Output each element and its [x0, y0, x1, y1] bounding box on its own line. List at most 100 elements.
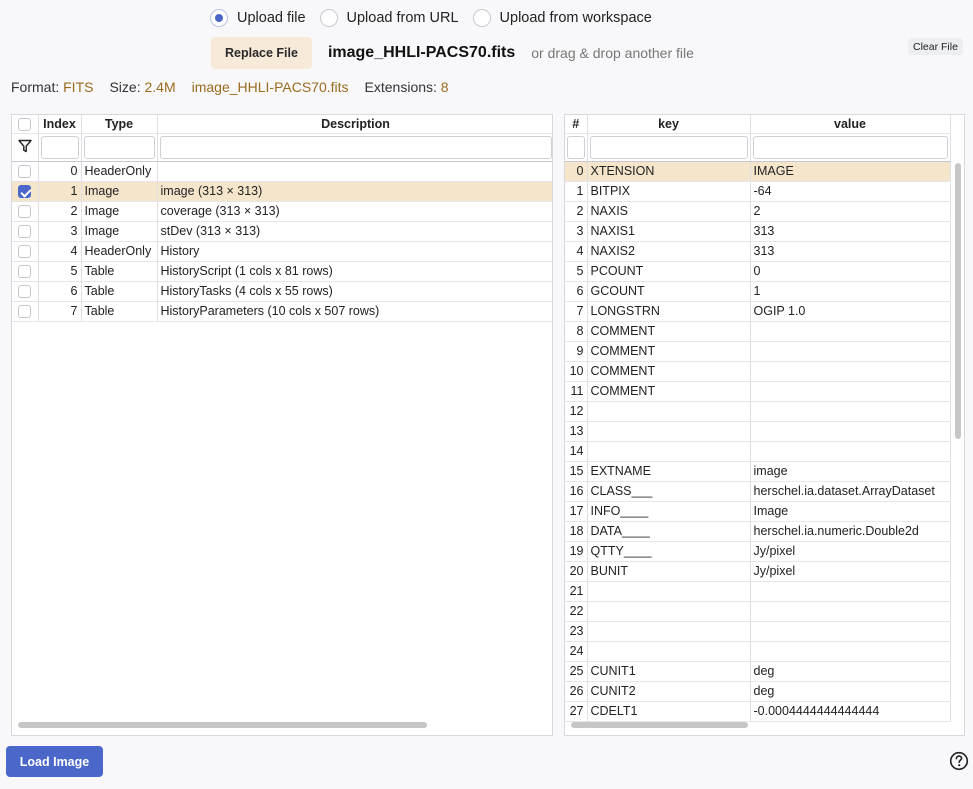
header-row[interactable]: 5 PCOUNT 0 [565, 261, 951, 282]
header-value [750, 641, 951, 662]
header-row[interactable]: 8 COMMENT [565, 321, 951, 342]
header-row[interactable]: 13 [565, 421, 951, 442]
header-row[interactable]: 16 CLASS___ herschel.ia.dataset.ArrayDatas… [565, 481, 951, 502]
question-circle-icon[interactable] [949, 751, 969, 771]
header-key: NAXIS1 [587, 221, 751, 242]
extension-row[interactable]: 5 Table HistoryScript (1 cols x 81 rows) [12, 261, 552, 282]
extension-row[interactable]: 0 HeaderOnly [12, 161, 552, 182]
upload-file-label: Upload file [237, 10, 306, 26]
header-row[interactable]: 22 [565, 601, 951, 622]
header-value [750, 401, 951, 422]
header-row-number: 12 [565, 401, 588, 422]
extensions-horizontal-scrollbar[interactable] [18, 722, 427, 728]
header-row[interactable]: 6 GCOUNT 1 [565, 281, 951, 302]
filter-icon[interactable] [18, 139, 32, 153]
header-row-number: 9 [565, 341, 588, 362]
row-select-cell[interactable] [12, 161, 39, 182]
column-header-index[interactable]: Index [38, 115, 82, 134]
extension-row[interactable]: 3 Image stDev (313 × 313) [12, 221, 552, 242]
extension-row[interactable]: 1 Image image (313 × 313) [12, 181, 552, 202]
header-key: COMMENT [587, 341, 751, 362]
column-header-value[interactable]: value [750, 115, 951, 134]
header-row[interactable]: 3 NAXIS1 313 [565, 221, 951, 242]
header-row[interactable]: 14 [565, 441, 951, 462]
filter-value-input[interactable] [752, 135, 948, 159]
extension-row[interactable]: 2 Image coverage (313 × 313) [12, 201, 552, 222]
header-row[interactable]: 24 [565, 641, 951, 662]
replace-file-button[interactable]: Replace File [211, 37, 312, 69]
extension-row[interactable]: 6 Table HistoryTasks (4 cols x 55 rows) [12, 281, 552, 302]
row-select-cell[interactable] [12, 281, 39, 302]
header-row[interactable]: 20 BUNIT Jy/pixel [565, 561, 951, 582]
row-select-cell[interactable] [12, 221, 39, 242]
row-select-cell[interactable] [12, 241, 39, 262]
header-row[interactable]: 2 NAXIS 2 [565, 201, 951, 222]
header-row[interactable]: 7 LONGSTRN OGIP 1.0 [565, 301, 951, 322]
header-value: Jy/pixel [750, 541, 951, 562]
row-checkbox[interactable] [18, 305, 32, 319]
row-select-cell[interactable] [12, 301, 39, 322]
header-row[interactable]: 12 [565, 401, 951, 422]
header-row[interactable]: 27 CDELT1 -0.0004444444444444 [565, 701, 951, 722]
filter-type-input[interactable] [83, 135, 155, 159]
select-all-checkbox[interactable] [18, 117, 32, 131]
header-row[interactable]: 10 COMMENT [565, 361, 951, 382]
header-row[interactable]: 4 NAXIS2 313 [565, 241, 951, 262]
header-row[interactable]: 18 DATA____ herschel.ia.numeric.Double2d [565, 521, 951, 542]
header-value: 313 [750, 241, 951, 262]
filter-description-input[interactable] [159, 135, 552, 159]
upload-url-radio[interactable] [319, 9, 338, 27]
filter-index-input[interactable] [40, 135, 79, 159]
header-row[interactable]: 1 BITPIX -64 [565, 181, 951, 202]
header-key: COMMENT [587, 361, 751, 382]
header-row[interactable]: 19 QTTY____ Jy/pixel [565, 541, 951, 562]
upload-url-option[interactable]: Upload from URL [319, 9, 459, 27]
row-checkbox[interactable] [18, 205, 32, 219]
file-row: Replace File image_HHLI-PACS70.fits or d… [211, 37, 694, 69]
filter-number-input[interactable] [567, 135, 585, 159]
column-header-type[interactable]: Type [81, 115, 158, 134]
upload-file-option[interactable]: Upload file [210, 9, 306, 27]
extension-description: image (313 × 313) [157, 181, 552, 202]
row-select-cell[interactable] [12, 201, 39, 222]
header-row[interactable]: 21 [565, 581, 951, 602]
row-checkbox[interactable] [18, 285, 32, 299]
header-value: OGIP 1.0 [750, 301, 951, 322]
column-header-description[interactable]: Description [157, 115, 552, 134]
column-header-key[interactable]: key [587, 115, 751, 134]
header-key [587, 621, 751, 642]
row-select-cell[interactable] [12, 181, 39, 202]
header-row[interactable]: 0 XTENSION IMAGE [565, 161, 951, 182]
upload-url-label: Upload from URL [346, 10, 459, 26]
extension-row[interactable]: 7 Table HistoryParameters (10 cols x 507 r… [12, 301, 552, 322]
header-row[interactable]: 9 COMMENT [565, 341, 951, 362]
extension-index: 2 [38, 201, 82, 222]
header-vertical-scrollbar[interactable] [955, 163, 961, 439]
row-checkbox[interactable] [18, 185, 32, 199]
upload-file-radio[interactable] [210, 9, 228, 27]
select-all-cell[interactable] [12, 115, 39, 134]
upload-workspace-option[interactable]: Upload from workspace [472, 9, 652, 27]
row-checkbox[interactable] [18, 265, 32, 279]
header-row[interactable]: 26 CUNIT2 deg [565, 681, 951, 702]
header-horizontal-scrollbar[interactable] [571, 722, 748, 728]
header-row[interactable]: 15 EXTNAME image [565, 461, 951, 482]
header-row-number: 0 [565, 161, 588, 182]
header-row[interactable]: 25 CUNIT1 deg [565, 661, 951, 682]
header-row[interactable]: 11 COMMENT [565, 381, 951, 402]
column-header-number[interactable]: # [565, 115, 588, 134]
row-checkbox[interactable] [18, 245, 32, 259]
header-row[interactable]: 17 INFO____ Image [565, 501, 951, 522]
header-key: PCOUNT [587, 261, 751, 282]
filter-toggle-cell[interactable] [12, 133, 39, 162]
extension-row[interactable]: 4 HeaderOnly History [12, 241, 552, 262]
header-row[interactable]: 23 [565, 621, 951, 642]
load-image-button[interactable]: Load Image [6, 746, 103, 777]
header-key: DATA____ [587, 521, 751, 542]
row-checkbox[interactable] [18, 225, 32, 239]
row-checkbox[interactable] [18, 165, 32, 179]
filter-key-input[interactable] [589, 135, 748, 159]
row-select-cell[interactable] [12, 261, 39, 282]
clear-file-button[interactable]: Clear File [908, 38, 963, 55]
upload-workspace-radio[interactable] [472, 9, 491, 27]
